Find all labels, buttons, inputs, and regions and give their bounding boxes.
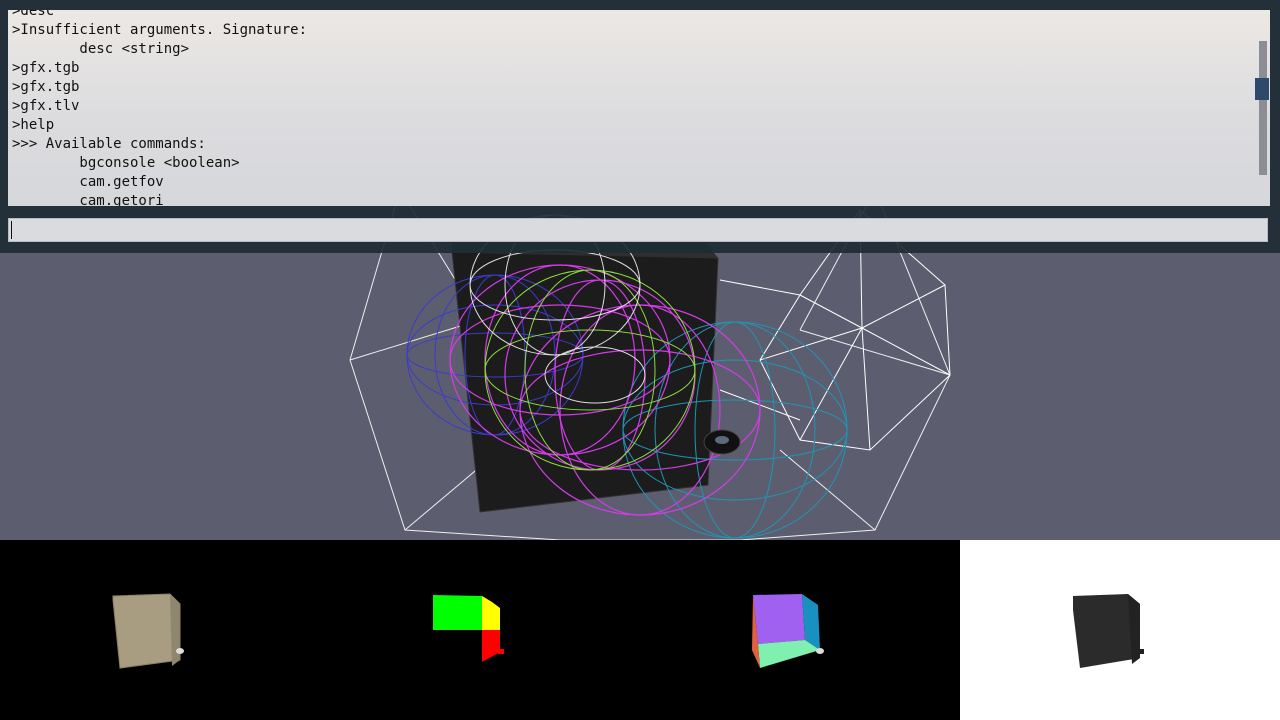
buffer-albedo xyxy=(0,540,320,720)
console-input[interactable] xyxy=(8,218,1268,242)
console-scrollbar-thumb[interactable] xyxy=(1255,78,1269,100)
albedo-torus xyxy=(176,648,184,654)
normals-torus xyxy=(498,649,504,654)
gbuffer-panel xyxy=(0,540,1280,720)
console-log-text: >desc >Insufficient arguments. Signature… xyxy=(12,10,308,206)
text-caret xyxy=(11,221,12,239)
buffer-normals xyxy=(640,540,960,720)
normals-view-torus xyxy=(816,648,824,654)
depth-torus xyxy=(1138,649,1144,654)
console-log[interactable]: >desc >Insufficient arguments. Signature… xyxy=(8,10,1270,206)
buffer-depth xyxy=(960,540,1280,720)
scene-cube xyxy=(451,251,719,513)
buffer-normals-color xyxy=(320,540,640,720)
debug-console: >desc >Insufficient arguments. Signature… xyxy=(0,0,1280,253)
console-scrollbar[interactable] xyxy=(1259,41,1267,175)
